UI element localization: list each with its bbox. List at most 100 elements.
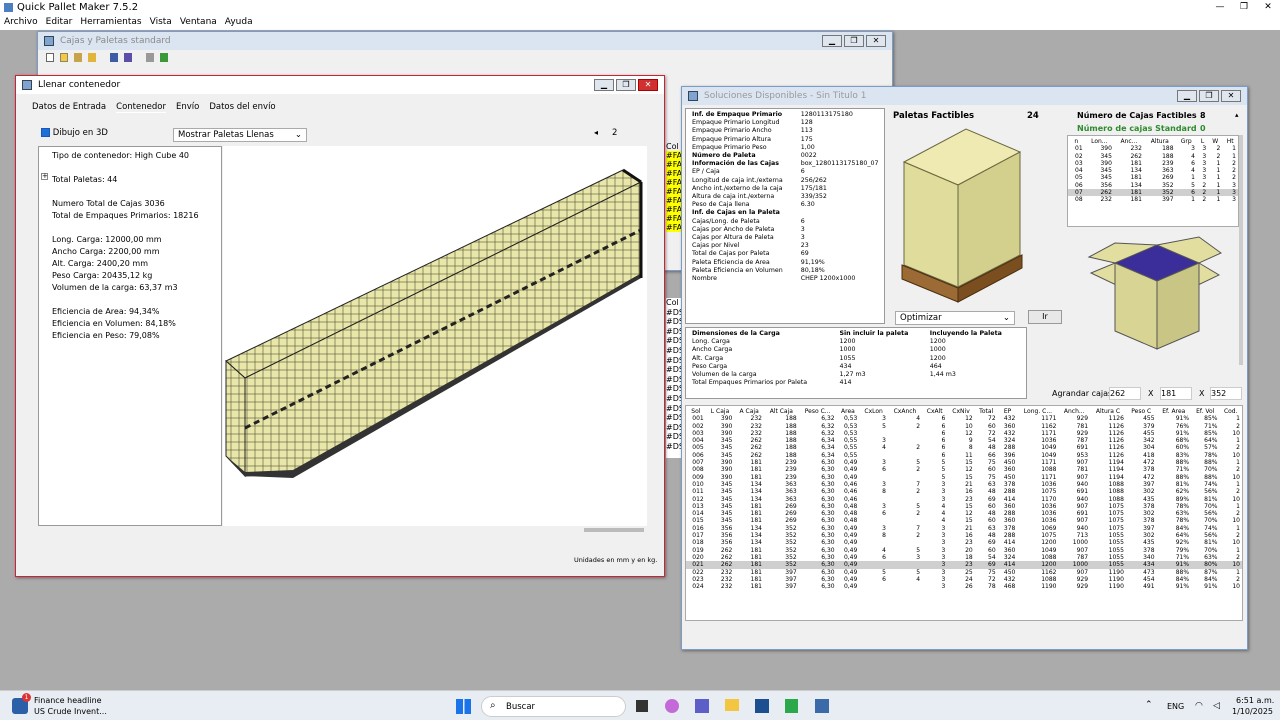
restore-icon[interactable]: ❐ — [1232, 0, 1256, 15]
table-row[interactable]: 007 390 181 239 6,30 0,49 3 5 5 15 75 450 1171 907 119… — [686, 459, 1242, 466]
store-icon[interactable] — [755, 699, 769, 713]
chevron-up-icon[interactable]: ⌃ — [1145, 700, 1153, 710]
table-row[interactable]: 016 356 134 352 6,30 0,49 3 7 3 21 63 378 1069 940 107… — [686, 525, 1242, 532]
close-button[interactable]: ✕ — [1221, 90, 1241, 102]
menu-ayuda[interactable]: Ayuda — [221, 15, 257, 29]
table-row[interactable]: 05 345 181 269 1 3 1 2 — [1068, 174, 1238, 181]
table-cell: 953 — [1076, 451, 1089, 459]
h-scrollbar[interactable] — [584, 528, 644, 532]
table-row[interactable]: 006 345 262 188 6,34 0,55 6 11 66 396 1049 953 1126 4… — [686, 452, 1242, 459]
restore-button[interactable]: ❐ — [616, 79, 636, 91]
table-row[interactable]: 020 262 181 352 6,30 0,49 6 3 3 18 54 324 1088 787 105… — [686, 554, 1242, 561]
menu-archivo[interactable]: Archivo — [0, 15, 42, 29]
table-row[interactable]: 010 345 134 363 6,30 0,46 3 7 3 21 63 378 1036 940 108… — [686, 481, 1242, 488]
v-scrollbar[interactable] — [1239, 135, 1243, 365]
minimize-button[interactable]: ▁ — [1177, 90, 1197, 102]
new-icon[interactable] — [46, 53, 54, 62]
table-row[interactable]: 01 390 232 188 3 3 2 1 — [1068, 145, 1238, 152]
copilot-icon[interactable] — [665, 699, 679, 713]
menu-vista[interactable]: Vista — [146, 15, 176, 29]
clock-date[interactable]: 1/10/2025 — [1232, 707, 1273, 716]
restore-button[interactable]: ❐ — [844, 35, 864, 47]
pallet-app-icon[interactable] — [815, 699, 829, 713]
table-row[interactable]: 011 345 134 363 6,30 0,46 8 2 3 16 48 288 1075 691 108… — [686, 488, 1242, 495]
table-row[interactable]: 022 232 181 397 6,30 0,49 5 5 3 25 75 450 1162 907 119… — [686, 569, 1242, 576]
volume-icon[interactable]: ◁ — [1213, 701, 1220, 711]
table-row[interactable]: 004 345 262 188 6,34 0,55 3 6 9 54 324 1036 787 1126 3… — [686, 437, 1242, 444]
table-row[interactable]: 009 390 181 239 6,30 0,49 5 15 75 450 1171 907 1194 4… — [686, 474, 1242, 481]
table-row[interactable]: 019 262 181 352 6,30 0,49 4 5 3 20 60 360 1049 907 105… — [686, 547, 1242, 554]
paste-icon[interactable] — [88, 53, 96, 62]
minimize-icon[interactable]: — — [1208, 0, 1232, 15]
save-icon[interactable] — [110, 53, 118, 62]
tab-datos-envio[interactable]: Datos del envío — [209, 102, 275, 113]
table-cell: 352 — [785, 539, 797, 547]
menu-ventana[interactable]: Ventana — [176, 15, 221, 29]
teams-icon[interactable] — [695, 699, 709, 713]
table-cell: 6 — [941, 451, 946, 459]
clock-time[interactable]: 6:51 a.m. — [1236, 696, 1274, 705]
table-row[interactable]: 021 262 181 352 6,30 0,49 3 23 69 414 1200 1000 1055… — [686, 561, 1242, 569]
table-row[interactable]: 015 345 181 269 6,30 0,48 4 15 60 360 1036 907 1075 3… — [686, 517, 1242, 524]
expand-icon[interactable]: + — [41, 173, 48, 180]
copy-icon[interactable] — [74, 53, 82, 62]
wifi-icon[interactable]: ◠ — [1195, 701, 1203, 711]
table-row[interactable]: 013 345 181 269 6,30 0,48 3 5 4 15 60 360 1036 907 107… — [686, 503, 1242, 510]
agrandar-length-input[interactable] — [1109, 387, 1141, 400]
solutions-table: Sol L Caja A Caja Alt Caja Peso C... Area CxLo… — [686, 408, 1242, 590]
table-cell: 907 — [1076, 568, 1089, 576]
optimizar-dropdown[interactable]: Optimizar ⌄ — [895, 311, 1015, 325]
restore-button[interactable]: ❐ — [1199, 90, 1219, 102]
table-cell: 74% — [1204, 480, 1218, 488]
table-row[interactable]: 017 356 134 352 6,30 0,49 8 2 3 16 48 288 1075 713 105… — [686, 532, 1242, 539]
table-cell: 1049 — [1041, 451, 1057, 459]
table-row[interactable]: 02 345 262 188 4 3 2 1 — [1068, 153, 1238, 160]
tab-envio[interactable]: Envío — [176, 102, 199, 113]
folder-icon[interactable] — [60, 53, 68, 62]
agrandar-width-input[interactable] — [1160, 387, 1192, 400]
table-row[interactable]: 018 356 134 352 6,30 0,49 3 23 69 414 1200 1000 1055… — [686, 539, 1242, 546]
file-explorer-icon[interactable] — [725, 699, 739, 711]
table-row[interactable]: 024 232 181 397 6,30 0,49 3 26 78 468 1190 929 1190 4… — [686, 583, 1242, 590]
table-row[interactable]: 014 345 181 269 6,30 0,48 6 2 4 12 48 288 1036 691 107… — [686, 510, 1242, 517]
table-row[interactable]: 07 262 181 352 6 2 1 3 — [1068, 189, 1238, 197]
windows-start-icon[interactable] — [456, 699, 471, 714]
table-row[interactable]: 012 345 134 363 6,30 0,46 3 23 69 414 1170 940 1088 4… — [686, 496, 1242, 503]
print-icon[interactable] — [146, 53, 154, 62]
agrandar-height-input[interactable] — [1210, 387, 1242, 400]
tab-contenedor[interactable]: Contenedor — [116, 102, 166, 113]
menu-editar[interactable]: Editar — [42, 15, 77, 29]
app-icon-green[interactable] — [785, 699, 798, 713]
close-icon[interactable]: ✕ — [1256, 0, 1280, 15]
table-row[interactable]: 06 356 134 352 5 2 1 3 — [1068, 182, 1238, 189]
minimize-button[interactable]: ▁ — [822, 35, 842, 47]
save-all-icon[interactable] — [124, 53, 132, 62]
task-view-icon[interactable] — [636, 700, 648, 712]
checkbox-checked-icon[interactable] — [41, 128, 50, 137]
search-box[interactable]: ⌕ Buscar — [481, 696, 626, 717]
table-row[interactable]: 04 345 134 363 4 3 1 2 — [1068, 167, 1238, 174]
page-prev-icon[interactable]: ◂ — [594, 128, 598, 137]
ir-button[interactable]: Ir — [1028, 310, 1062, 324]
menu-herramientas[interactable]: Herramientas — [76, 15, 145, 29]
table-row[interactable]: 08 232 181 397 1 2 1 3 — [1068, 196, 1238, 203]
table-row[interactable]: 003 390 232 188 6,32 0,53 6 12 72 432 1171 929 1126 4… — [686, 430, 1242, 437]
close-button[interactable]: ✕ — [866, 35, 886, 47]
close-button[interactable]: ✕ — [638, 79, 658, 91]
table-row[interactable]: 023 232 181 397 6,30 0,49 6 4 3 24 72 432 1088 929 119… — [686, 576, 1242, 583]
table-cell: 01 — [1075, 145, 1083, 153]
table-cell — [859, 517, 888, 524]
table-row[interactable]: 008 390 181 239 6,30 0,49 6 2 5 12 60 360 1088 781 119… — [686, 466, 1242, 473]
language-indicator[interactable]: ENG — [1167, 702, 1184, 711]
table-row[interactable]: 005 345 262 188 6,34 0,55 4 2 6 8 48 288 1049 691 1126… — [686, 444, 1242, 451]
table-row[interactable]: 03 390 181 239 6 3 1 2 — [1068, 160, 1238, 167]
prop-row: EP / Caja 6 — [690, 168, 881, 176]
mostrar-dropdown[interactable]: Mostrar Paletas Llenas ⌄ — [173, 128, 307, 142]
dibujo-3d-checkbox[interactable]: Dibujo en 3D — [41, 128, 108, 138]
tab-datos-entrada[interactable]: Datos de Entrada — [32, 102, 106, 113]
scroll-up-icon[interactable]: ▴ — [1235, 111, 1239, 119]
table-row[interactable]: 001 390 232 188 6,32 0,53 3 4 6 12 72 432 1171 929 112… — [686, 415, 1242, 422]
minimize-button[interactable]: ▁ — [594, 79, 614, 91]
table-row[interactable]: 002 390 232 188 6,32 0,53 5 2 6 10 60 360 1162 781 112… — [686, 423, 1242, 430]
refresh-icon[interactable] — [160, 53, 168, 62]
